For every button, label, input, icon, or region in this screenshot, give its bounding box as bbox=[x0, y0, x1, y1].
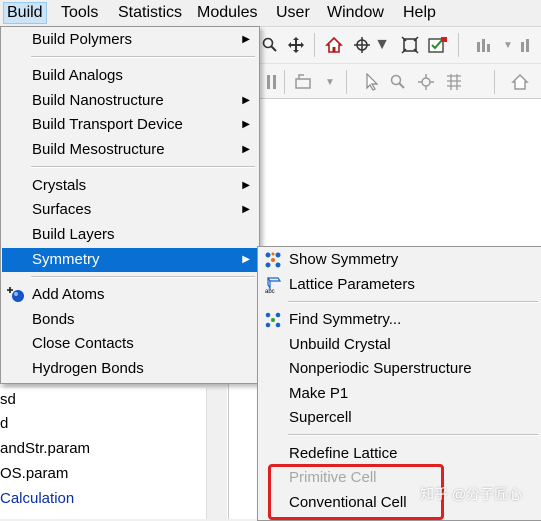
svg-text:abc: abc bbox=[265, 289, 275, 294]
menu-item-surfaces[interactable]: Surfaces ▶ bbox=[2, 198, 258, 222]
show-symmetry-icon bbox=[263, 251, 283, 269]
toolbar-top: ▼ ▼ bbox=[258, 27, 541, 64]
tree-item[interactable]: sd bbox=[0, 388, 16, 412]
menu-user[interactable]: User bbox=[273, 3, 313, 23]
column-icon[interactable] bbox=[262, 72, 282, 92]
menu-item-supercell[interactable]: Supercell bbox=[259, 406, 541, 430]
menu-item-nonperiodic-superstructure[interactable]: Nonperiodic Superstructure bbox=[259, 357, 541, 381]
menu-item-build-nanostructure[interactable]: Build Nanostructure ▶ bbox=[2, 89, 258, 113]
watermark: 知乎 @分子匠心 bbox=[420, 486, 523, 502]
menu-item-lattice-parameters[interactable]: abc Lattice Parameters bbox=[259, 273, 541, 297]
project-tree: sd d andStr.param OS.param Calculation bbox=[0, 388, 229, 519]
tree-scrollbar[interactable] bbox=[206, 388, 227, 519]
lattice-abc-icon: abc bbox=[263, 276, 283, 294]
chevron-down-icon[interactable]: ▼ bbox=[498, 35, 518, 55]
annotation-highlight-box bbox=[268, 464, 444, 520]
menu-bar: Build Tools Statistics Modules User Wind… bbox=[0, 0, 541, 27]
bar-chart-icon[interactable] bbox=[474, 35, 494, 55]
grid-icon[interactable] bbox=[444, 72, 464, 92]
menu-item-crystals[interactable]: Crystals ▶ bbox=[2, 174, 258, 198]
menu-item-build-analogs[interactable]: Build Analogs bbox=[2, 64, 258, 88]
bar-chart-icon[interactable] bbox=[518, 35, 538, 55]
menu-item-close-contacts[interactable]: Close Contacts bbox=[2, 332, 258, 356]
dropdown-icon[interactable]: ▼ bbox=[372, 35, 392, 55]
submenu-arrow-icon: ▶ bbox=[242, 204, 250, 215]
tree-item[interactable]: OS.param bbox=[0, 462, 68, 486]
check-dialog-icon[interactable] bbox=[428, 35, 448, 55]
menu-build[interactable]: Build bbox=[3, 2, 47, 24]
menu-statistics[interactable]: Statistics bbox=[115, 3, 185, 23]
home-icon[interactable] bbox=[510, 72, 530, 92]
toolbar-second: ▼ bbox=[258, 64, 541, 99]
menu-item-hydrogen-bonds[interactable]: Hydrogen Bonds bbox=[2, 357, 258, 381]
menu-item-show-symmetry[interactable]: Show Symmetry bbox=[259, 248, 541, 272]
menu-item-find-symmetry[interactable]: Find Symmetry... bbox=[259, 308, 541, 332]
move-cross-icon[interactable] bbox=[286, 35, 306, 55]
menu-window[interactable]: Window bbox=[324, 3, 387, 23]
menu-item-build-mesostructure[interactable]: Build Mesostructure ▶ bbox=[2, 138, 258, 162]
search-zoom-icon[interactable] bbox=[260, 35, 280, 55]
document-area bbox=[258, 99, 541, 249]
submenu-arrow-icon: ▶ bbox=[242, 144, 250, 155]
chevron-down-icon[interactable]: ▼ bbox=[320, 72, 340, 92]
menu-item-add-atoms[interactable]: Add Atoms bbox=[2, 283, 258, 307]
tree-item[interactable]: andStr.param bbox=[0, 437, 90, 461]
submenu-arrow-icon: ▶ bbox=[242, 254, 250, 265]
home-icon[interactable] bbox=[324, 35, 344, 55]
tree-item[interactable]: Calculation bbox=[0, 487, 74, 511]
shape-dropdown-icon[interactable] bbox=[294, 72, 314, 92]
menu-modules[interactable]: Modules bbox=[194, 3, 260, 23]
menu-item-symmetry[interactable]: Symmetry ▶ bbox=[2, 248, 258, 272]
move-icon[interactable] bbox=[416, 72, 436, 92]
magnifier-icon[interactable] bbox=[388, 72, 408, 92]
fit-window-icon[interactable] bbox=[400, 35, 420, 55]
submenu-arrow-icon: ▶ bbox=[242, 34, 250, 45]
target-icon[interactable] bbox=[352, 35, 372, 55]
menu-item-make-p1[interactable]: Make P1 bbox=[259, 382, 541, 406]
submenu-arrow-icon: ▶ bbox=[242, 119, 250, 130]
tree-item[interactable]: d bbox=[0, 412, 8, 436]
menu-item-unbuild-crystal[interactable]: Unbuild Crystal bbox=[259, 333, 541, 357]
menu-tools[interactable]: Tools bbox=[58, 3, 101, 23]
submenu-arrow-icon: ▶ bbox=[242, 95, 250, 106]
pointer-icon[interactable] bbox=[362, 72, 382, 92]
menu-item-redefine-lattice[interactable]: Redefine Lattice bbox=[259, 442, 541, 466]
add-atoms-icon bbox=[6, 286, 26, 304]
menu-item-build-layers[interactable]: Build Layers bbox=[2, 223, 258, 247]
menu-help[interactable]: Help bbox=[400, 3, 439, 23]
menu-item-build-transport-device[interactable]: Build Transport Device ▶ bbox=[2, 113, 258, 137]
build-menu: Build Polymers ▶ Build Analogs Build Nano… bbox=[0, 26, 260, 384]
submenu-arrow-icon: ▶ bbox=[242, 180, 250, 191]
menu-item-build-polymers[interactable]: Build Polymers ▶ bbox=[2, 28, 258, 52]
menu-item-bonds[interactable]: Bonds bbox=[2, 308, 258, 332]
find-symmetry-icon bbox=[263, 311, 283, 329]
